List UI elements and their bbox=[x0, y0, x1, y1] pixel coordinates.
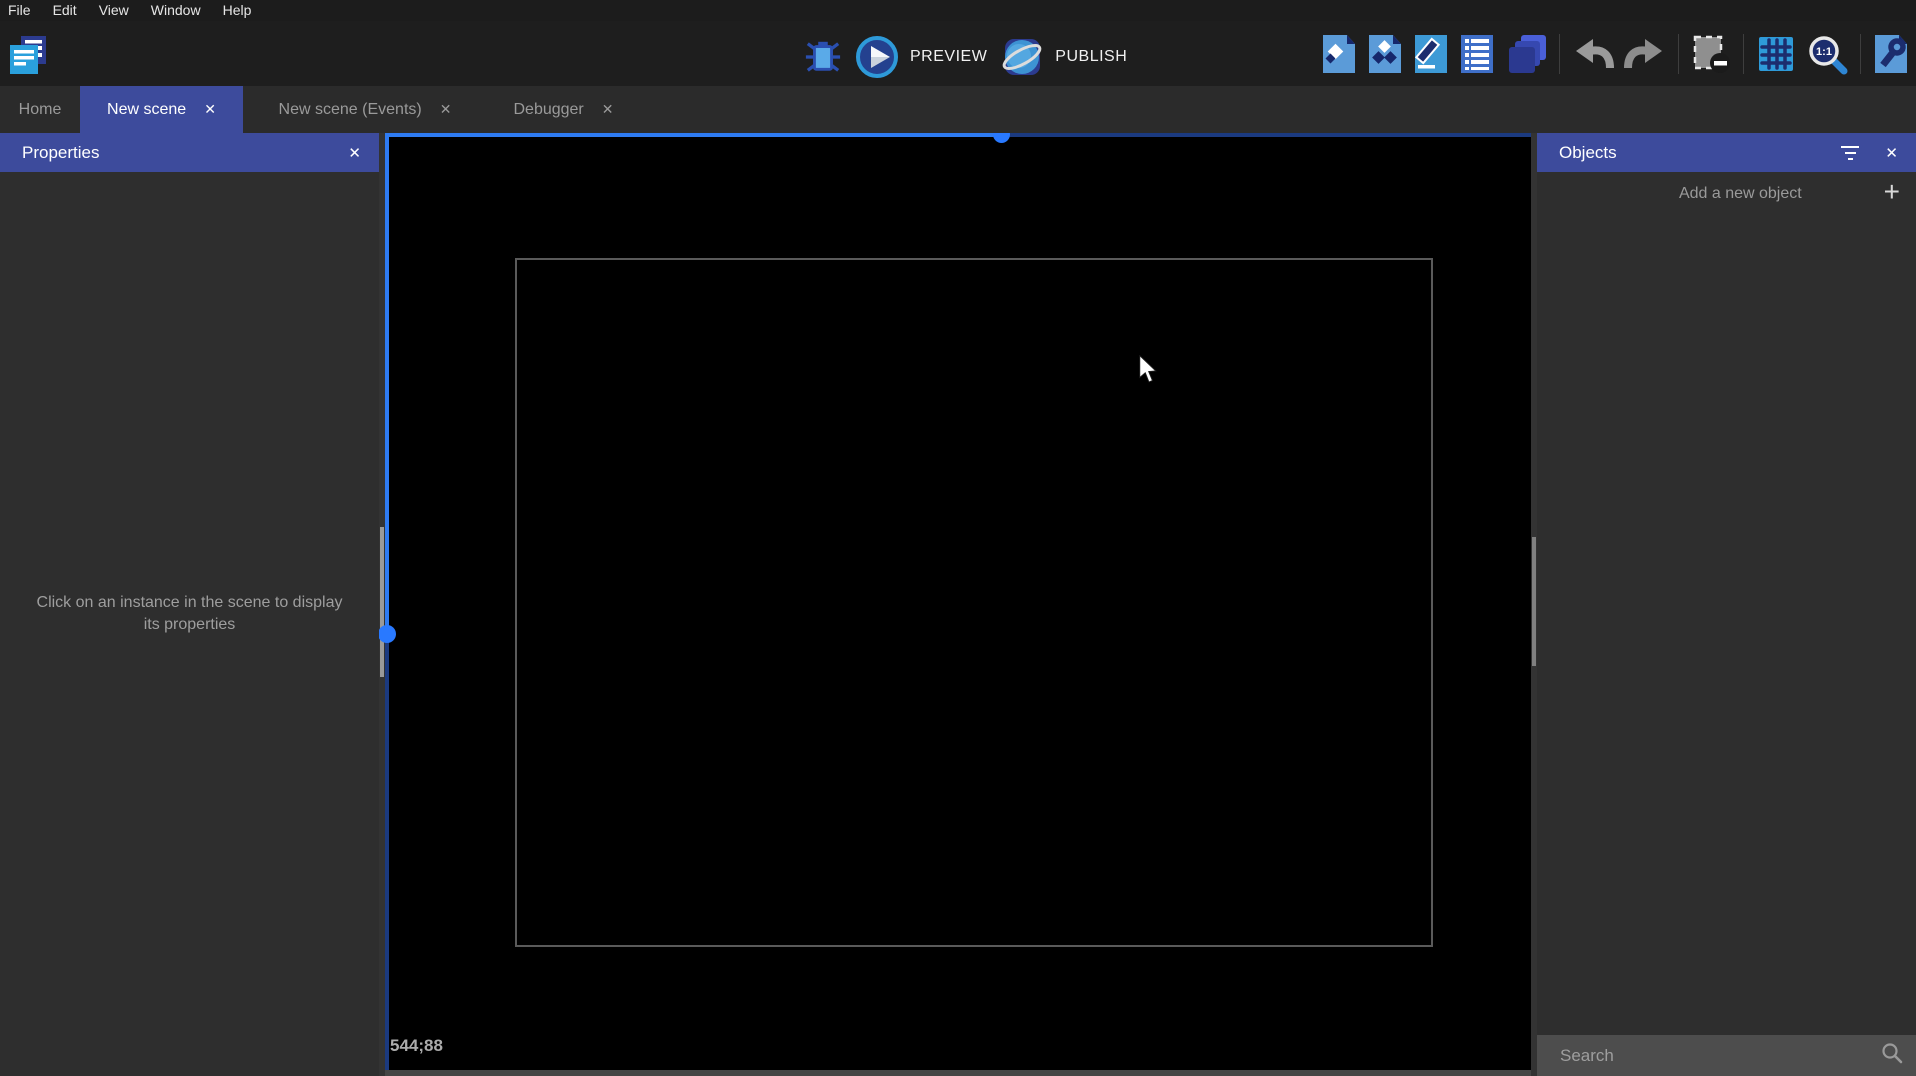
toolbar-separator bbox=[1743, 34, 1744, 74]
extensions-settings-icon[interactable] bbox=[1873, 33, 1909, 75]
preview-button[interactable]: PREVIEW bbox=[910, 48, 987, 66]
toolbar-separator bbox=[1860, 34, 1861, 74]
scene-properties-icon[interactable] bbox=[1413, 33, 1449, 75]
resize-handle-left[interactable] bbox=[379, 625, 396, 643]
toolbar-right: 1:1 bbox=[1321, 33, 1909, 75]
objects-panel-title: Objects bbox=[1559, 143, 1617, 163]
objects-panel-header: Objects ✕ bbox=[1537, 133, 1916, 172]
cursor-coordinates: 544;88 bbox=[390, 1036, 443, 1056]
objects-editor-icon[interactable] bbox=[1321, 33, 1357, 75]
svg-text:1:1: 1:1 bbox=[1816, 46, 1832, 58]
add-object-button[interactable]: Add a new object + bbox=[1537, 174, 1916, 214]
mouse-cursor bbox=[1138, 355, 1159, 389]
tab-label: Debugger bbox=[513, 101, 583, 119]
search-icon[interactable] bbox=[1880, 1041, 1904, 1070]
game-window-frame bbox=[515, 258, 1433, 947]
toolbar-separator bbox=[1678, 34, 1679, 74]
selection-border-left-shadow bbox=[385, 634, 389, 1076]
object-groups-icon[interactable] bbox=[1367, 33, 1403, 75]
canvas-bottom-scrollbar[interactable] bbox=[385, 1070, 1531, 1076]
gdevelop-window: File Edit View Window Help bbox=[0, 0, 1916, 1076]
resize-handle-top[interactable] bbox=[993, 133, 1010, 143]
close-icon[interactable]: ✕ bbox=[602, 101, 614, 118]
toolbar-separator bbox=[1559, 34, 1560, 74]
properties-panel-title: Properties bbox=[22, 143, 99, 163]
debug-bug-icon[interactable] bbox=[804, 38, 842, 76]
publish-button[interactable]: PUBLISH bbox=[1055, 48, 1127, 66]
undo-icon[interactable] bbox=[1572, 34, 1614, 74]
clear-selection-icon[interactable] bbox=[1691, 34, 1731, 74]
scene-canvas[interactable]: 544;88 bbox=[379, 133, 1537, 1076]
objects-search-bar bbox=[1537, 1035, 1916, 1076]
tab-home[interactable]: Home bbox=[0, 86, 80, 133]
add-object-label: Add a new object bbox=[1537, 185, 1884, 203]
selection-border-top bbox=[389, 133, 1002, 137]
close-icon[interactable]: ✕ bbox=[440, 101, 452, 118]
tab-bar: Home New scene ✕ New scene (Events) ✕ De… bbox=[0, 86, 1916, 133]
scrollbar-thumb[interactable] bbox=[1532, 537, 1536, 666]
selection-border-top-shadow bbox=[1002, 133, 1531, 137]
menu-view[interactable]: View bbox=[88, 0, 140, 21]
search-input[interactable] bbox=[1560, 1046, 1880, 1066]
scrollbar-thumb[interactable] bbox=[380, 527, 384, 677]
filter-icon[interactable] bbox=[1841, 146, 1859, 160]
properties-panel-header: Properties ✕ bbox=[0, 133, 379, 172]
publish-globe-icon[interactable] bbox=[1000, 35, 1044, 79]
tab-label: New scene (Events) bbox=[279, 101, 422, 119]
menu-window[interactable]: Window bbox=[140, 0, 212, 21]
instances-list-icon[interactable] bbox=[1459, 33, 1495, 75]
tab-new-scene[interactable]: New scene ✕ bbox=[80, 86, 243, 133]
project-manager-icon[interactable] bbox=[6, 34, 50, 78]
menu-help[interactable]: Help bbox=[212, 0, 263, 21]
tab-new-scene-events[interactable]: New scene (Events) ✕ bbox=[243, 86, 487, 133]
plus-icon[interactable]: + bbox=[1884, 176, 1916, 212]
menu-edit[interactable]: Edit bbox=[42, 0, 88, 21]
close-icon[interactable]: ✕ bbox=[344, 142, 365, 164]
properties-empty-hint: Click on an instance in the scene to dis… bbox=[35, 592, 345, 636]
menu-file[interactable]: File bbox=[8, 0, 42, 21]
preview-play-icon[interactable] bbox=[855, 35, 899, 79]
menu-bar: File Edit View Window Help bbox=[0, 0, 1916, 21]
properties-panel: Properties ✕ Click on an instance in the… bbox=[0, 133, 379, 1076]
objects-panel: Objects ✕ Add a new object + bbox=[1537, 133, 1916, 1076]
tab-label: New scene bbox=[107, 101, 186, 119]
zoom-one-to-one-icon[interactable]: 1:1 bbox=[1806, 33, 1848, 75]
close-icon[interactable]: ✕ bbox=[1881, 142, 1902, 164]
toolbar-center: PREVIEW PUBLISH bbox=[804, 35, 1127, 79]
tab-debugger[interactable]: Debugger ✕ bbox=[487, 86, 640, 133]
redo-icon[interactable] bbox=[1624, 34, 1666, 74]
layers-icon[interactable] bbox=[1505, 33, 1547, 75]
toolbar: PREVIEW PUBLISH bbox=[0, 21, 1916, 86]
tab-label: Home bbox=[19, 101, 62, 119]
selection-border-left bbox=[385, 133, 389, 634]
grid-icon[interactable] bbox=[1756, 34, 1796, 74]
close-icon[interactable]: ✕ bbox=[204, 101, 216, 118]
